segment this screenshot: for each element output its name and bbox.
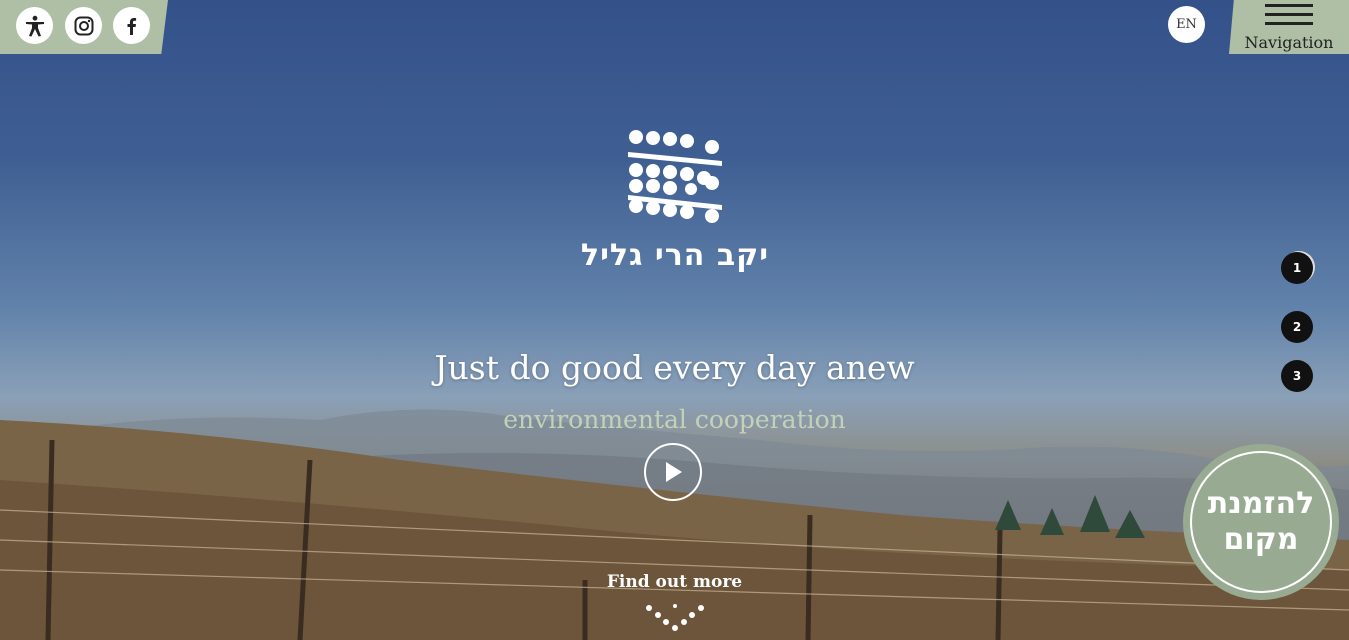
dotted-chevron-down-icon[interactable] [642, 600, 708, 636]
navigation-label: Navigation [1244, 33, 1334, 52]
play-icon [666, 462, 682, 482]
pager-dot-1[interactable]: 1 [1281, 252, 1313, 284]
find-out-more-link[interactable]: Find out more [0, 572, 1349, 592]
reservation-button[interactable]: להזמנת מקום [1183, 444, 1339, 600]
facebook-icon [127, 17, 136, 35]
pager-dot-3[interactable]: 3 [1281, 360, 1313, 392]
language-toggle-button[interactable]: EN [1168, 6, 1205, 43]
hero-background [0, 0, 1349, 640]
instagram-icon [74, 16, 93, 35]
navigation-menu-button[interactable]: Navigation [1229, 0, 1349, 54]
grape-cluster-logo-icon [628, 130, 722, 223]
pager-dot-2[interactable]: 2 [1281, 311, 1313, 343]
hero-subheadline: environmental cooperation [503, 405, 846, 434]
accessibility-icon [25, 15, 44, 36]
social-bar [0, 0, 168, 54]
hamburger-icon [1265, 4, 1313, 26]
reservation-label-line1: להזמנת [1207, 486, 1315, 521]
facebook-button[interactable] [113, 7, 150, 44]
hero-headline: Just do good every day anew [434, 348, 915, 387]
winery-name: יקב הרי גליל [580, 238, 770, 273]
reservation-label: להזמנת מקום [1183, 486, 1339, 558]
play-video-button[interactable] [644, 443, 702, 501]
instagram-button[interactable] [65, 7, 102, 44]
accessibility-button[interactable] [16, 7, 53, 44]
reservation-label-line2: מקום [1223, 522, 1299, 557]
